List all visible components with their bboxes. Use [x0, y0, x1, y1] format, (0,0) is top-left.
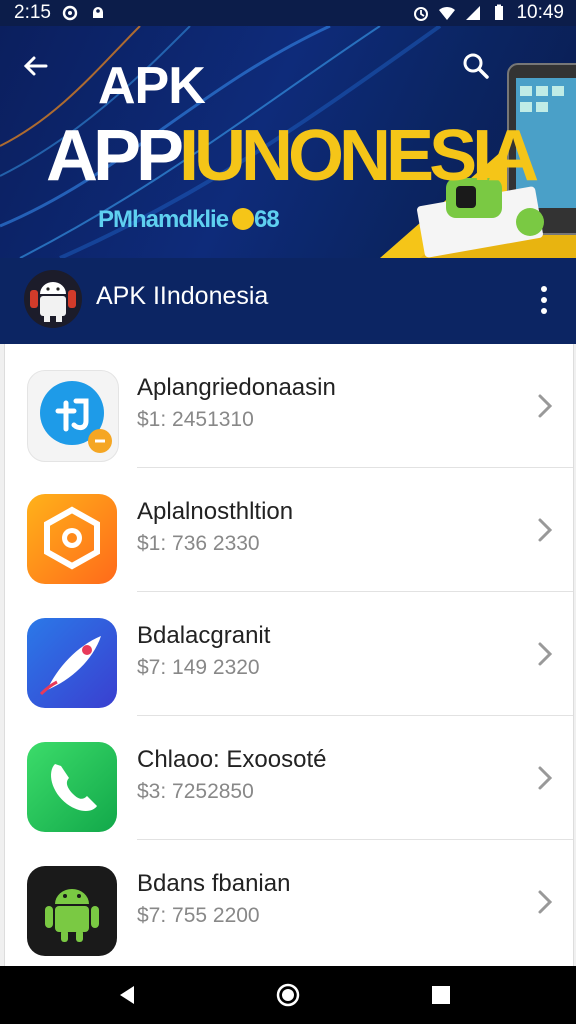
android-robot-icon [30, 282, 76, 322]
status-time-left: 2:15 [14, 2, 51, 23]
notification-icon [92, 7, 103, 18]
search-icon[interactable] [456, 46, 496, 86]
orange-app-icon [27, 494, 117, 584]
wifi-icon [439, 6, 456, 20]
chevron-right-icon [538, 394, 553, 418]
rocket-app-icon [27, 618, 117, 708]
channel-header: APK IIndonesia [0, 258, 576, 344]
nav-home-icon[interactable] [273, 980, 303, 1010]
blue-app-icon [27, 370, 119, 462]
banner-title: APPIUNONESIA [46, 116, 539, 196]
app-price: $7: 149 2320 [137, 656, 260, 679]
phone-app-icon [27, 742, 117, 832]
app-name: Aplangriedonaasin [137, 374, 336, 401]
app-name: Bdans fbanian [137, 870, 291, 897]
app-name: Bdalacgranit [137, 622, 271, 649]
channel-avatar[interactable] [24, 270, 82, 328]
signal-icon [466, 6, 481, 20]
channel-name: APK IIndonesia [96, 282, 269, 310]
banner-subtitle-suffix: 68 [254, 206, 280, 233]
banner-subtitle-text: PMhamdklie [98, 206, 229, 233]
system-nav-bar [0, 966, 576, 1024]
banner-title-white: APP [46, 116, 184, 196]
chevron-right-icon [538, 890, 553, 914]
list-item[interactable]: Aplangriedonaasin $1: 2451310 [5, 344, 573, 468]
android-app-icon [27, 866, 117, 956]
more-options-icon[interactable] [530, 280, 558, 320]
app-price: $7: 755 2200 [137, 904, 260, 927]
alarm-icon [414, 7, 429, 21]
app-list: Aplangriedonaasin $1: 2451310 Aplalnosth… [4, 344, 574, 966]
banner-line-apk: APK [98, 57, 206, 115]
nav-back-icon[interactable] [112, 980, 142, 1010]
status-bar: 2:15 10:49 [0, 0, 576, 26]
list-item[interactable]: Bdans fbanian $7: 755 2200 [5, 840, 573, 964]
nav-recents-icon[interactable] [426, 980, 456, 1010]
chevron-right-icon [538, 518, 553, 542]
app-price: $3: 7252850 [137, 780, 254, 803]
banner-subtitle: PMhamdklie 68 [98, 206, 280, 234]
app-price: $1: 736 2330 [137, 532, 260, 555]
emoji-icon [232, 208, 255, 230]
chevron-right-icon [538, 766, 553, 790]
banner-title-yellow: IUNONESIA [179, 116, 539, 196]
sync-icon [62, 5, 78, 21]
back-arrow-icon[interactable] [16, 46, 56, 86]
list-item[interactable]: Aplalnosthltion $1: 736 2330 [5, 468, 573, 592]
header-banner: APK APPIUNONESIA PMhamdklie 68 [0, 26, 576, 258]
status-time-right: 10:49 [516, 2, 564, 23]
list-item[interactable]: Chlaoo: Exoosoté $3: 7252850 [5, 716, 573, 840]
app-name: Chlaoo: Exoosoté [137, 746, 327, 773]
chevron-right-icon [538, 642, 553, 666]
battery-icon [495, 4, 504, 20]
app-name: Aplalnosthltion [137, 498, 294, 525]
app-price: $1: 2451310 [137, 408, 254, 431]
list-item[interactable]: Bdalacgranit $7: 149 2320 [5, 592, 573, 716]
